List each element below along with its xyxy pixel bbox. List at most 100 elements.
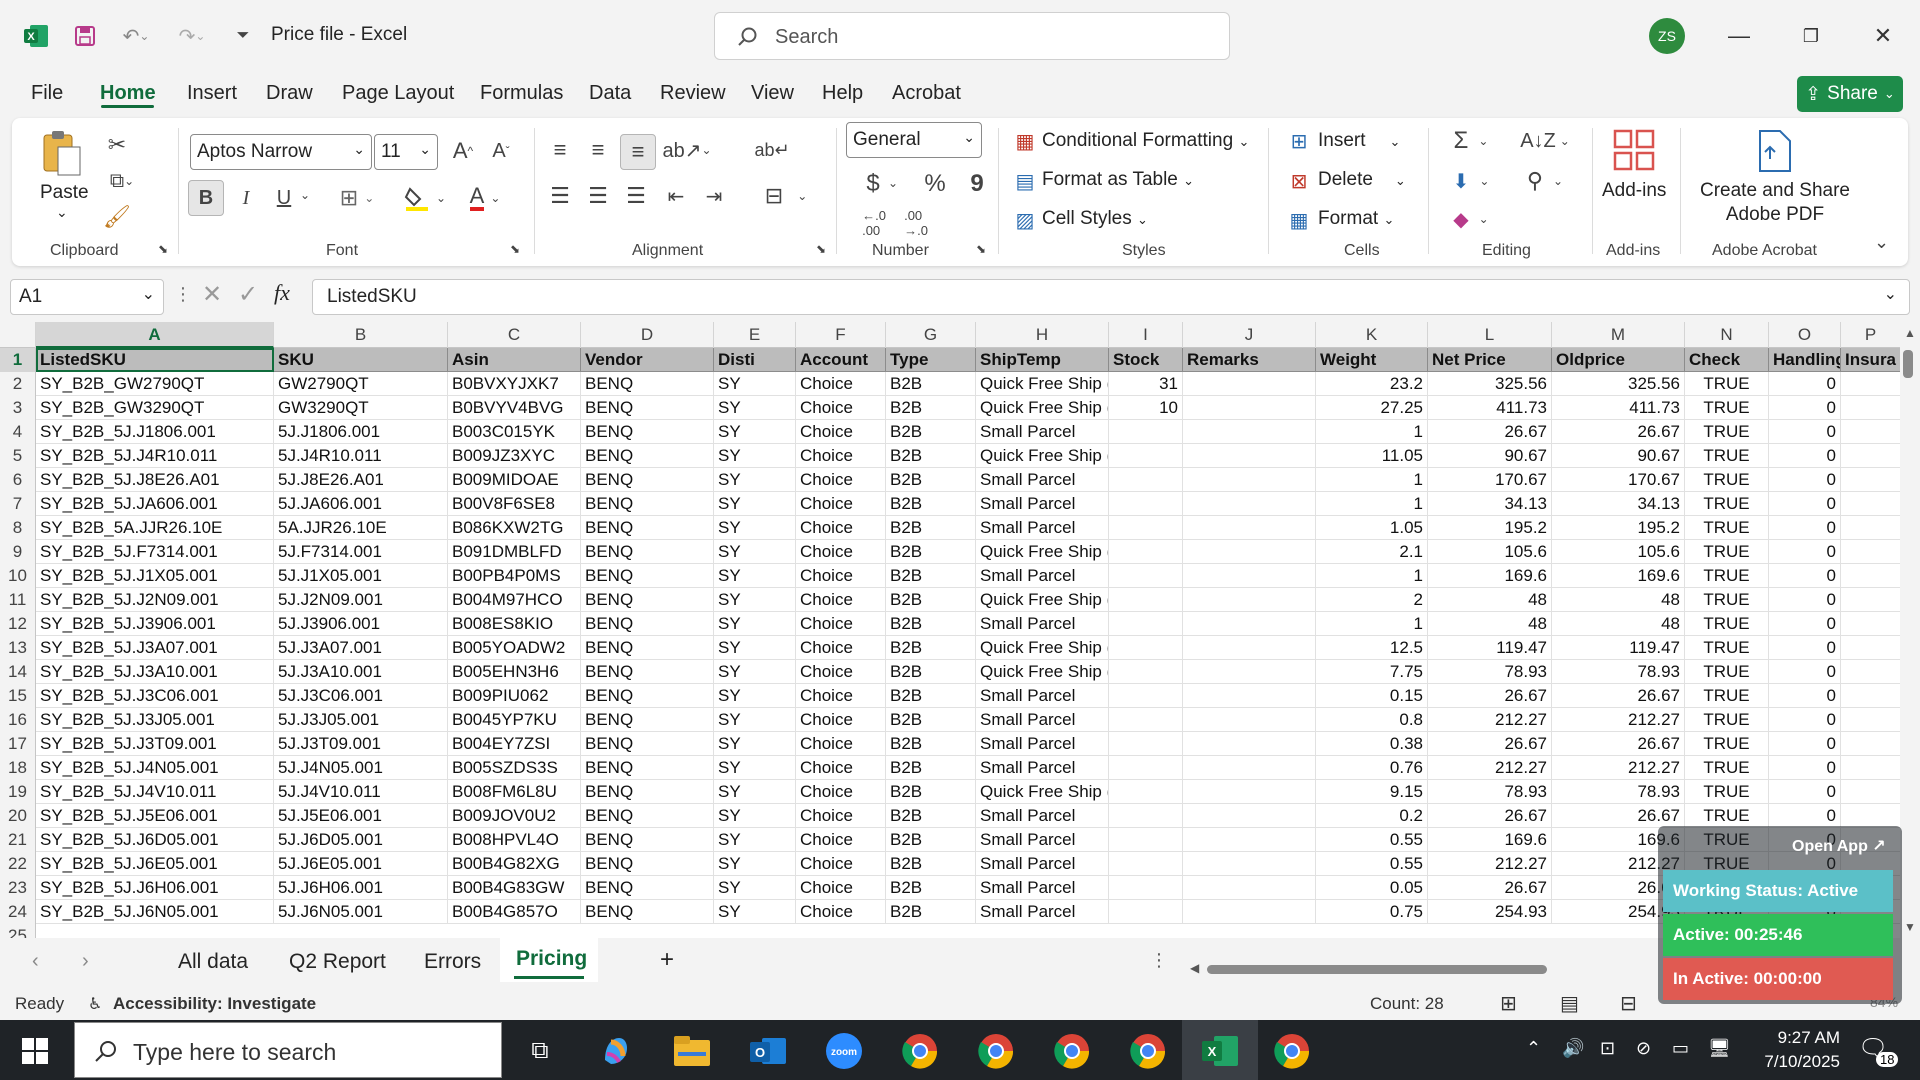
- grid-cell[interactable]: [1109, 420, 1183, 444]
- grid-cell[interactable]: BENQ: [581, 540, 714, 564]
- taskbar-search-input[interactable]: Type here to search: [74, 1022, 502, 1078]
- grid-cell[interactable]: 48: [1552, 612, 1685, 636]
- grid-cell[interactable]: 31: [1109, 372, 1183, 396]
- grid-cell[interactable]: Choice: [796, 852, 886, 876]
- grid-cell[interactable]: 34.13: [1552, 492, 1685, 516]
- grid-cell[interactable]: [1183, 804, 1316, 828]
- grid-cell[interactable]: SY_B2B_5J.J3A07.001: [36, 636, 274, 660]
- grid-cell[interactable]: B086KXW2TG: [448, 516, 581, 540]
- grid-cell[interactable]: [1183, 396, 1316, 420]
- grid-cell[interactable]: B003C015YK: [448, 420, 581, 444]
- grid-cell[interactable]: TRUE: [1685, 756, 1769, 780]
- row-header[interactable]: 14: [0, 660, 36, 684]
- grid-cell[interactable]: SY_B2B_5J.J4V10.011: [36, 780, 274, 804]
- chevron-down-icon[interactable]: ⌄: [888, 176, 898, 190]
- grid-cell[interactable]: TRUE: [1685, 780, 1769, 804]
- alignment-launcher-icon[interactable]: ⬊: [816, 242, 826, 256]
- header-cell[interactable]: Weight: [1316, 348, 1428, 372]
- grid-cell[interactable]: [1183, 540, 1316, 564]
- grid-cell[interactable]: [1841, 660, 1901, 684]
- grid-cell[interactable]: [1183, 588, 1316, 612]
- tab-formulas[interactable]: Formulas: [480, 82, 563, 105]
- grid-cell[interactable]: SY: [714, 828, 796, 852]
- grid-cell[interactable]: [1183, 732, 1316, 756]
- grid-cell[interactable]: B0045YP7KU: [448, 708, 581, 732]
- normal-view-icon[interactable]: ⊞: [1500, 991, 1517, 1016]
- page-break-view-icon[interactable]: ⊟: [1620, 991, 1637, 1016]
- grid-cell[interactable]: 5J.J5E06.001: [274, 804, 448, 828]
- grid-cell[interactable]: Quick Free Ship (: [976, 588, 1109, 612]
- chevron-down-icon[interactable]: ⌄: [300, 188, 310, 202]
- grid-cell[interactable]: 26.67: [1428, 684, 1552, 708]
- header-cell[interactable]: Vendor: [581, 348, 714, 372]
- grid-cell[interactable]: 0.05: [1316, 876, 1428, 900]
- row-header[interactable]: 10: [0, 564, 36, 588]
- show-hidden-icons-icon[interactable]: ⌃: [1526, 1038, 1541, 1059]
- grid-cell[interactable]: [1841, 780, 1901, 804]
- grid-cell[interactable]: 11.05: [1316, 444, 1428, 468]
- grid-cell[interactable]: 169.6: [1552, 564, 1685, 588]
- grid-cell[interactable]: [1841, 372, 1901, 396]
- grid-cell[interactable]: SY_B2B_5J.J6H06.001: [36, 876, 274, 900]
- sheet-tab-q2-report[interactable]: Q2 Report: [289, 950, 386, 974]
- italic-button[interactable]: I: [230, 180, 262, 216]
- column-header-g[interactable]: G: [886, 322, 976, 348]
- grid-cell[interactable]: [1183, 756, 1316, 780]
- bold-button[interactable]: B: [188, 180, 224, 216]
- grid-cell[interactable]: 1: [1316, 468, 1428, 492]
- row-header[interactable]: 6: [0, 468, 36, 492]
- grid-cell[interactable]: TRUE: [1685, 708, 1769, 732]
- align-left-icon[interactable]: ☰: [544, 180, 576, 212]
- percent-button[interactable]: %: [920, 168, 950, 200]
- underline-button[interactable]: U: [268, 180, 300, 216]
- grid-cell[interactable]: GW2790QT: [274, 372, 448, 396]
- grid-cell[interactable]: 0: [1769, 540, 1841, 564]
- grid-cell[interactable]: [1109, 588, 1183, 612]
- accessibility-icon[interactable]: ♿: [88, 994, 102, 1014]
- grid-cell[interactable]: Small Parcel: [976, 516, 1109, 540]
- grid-cell[interactable]: [1183, 564, 1316, 588]
- grid-cell[interactable]: 105.6: [1552, 540, 1685, 564]
- grid-cell[interactable]: 48: [1552, 588, 1685, 612]
- row-header[interactable]: 9: [0, 540, 36, 564]
- grid-cell[interactable]: SY: [714, 468, 796, 492]
- row-header[interactable]: 4: [0, 420, 36, 444]
- header-cell[interactable]: Insura: [1841, 348, 1901, 372]
- grid-cell[interactable]: TRUE: [1685, 444, 1769, 468]
- tab-view[interactable]: View: [751, 82, 794, 105]
- grid-cell[interactable]: BENQ: [581, 900, 714, 924]
- create-share-label[interactable]: Create and Share: [1698, 180, 1852, 202]
- grid-cell[interactable]: B2B: [886, 396, 976, 420]
- grid-cell[interactable]: [1841, 708, 1901, 732]
- grid-cell[interactable]: BENQ: [581, 564, 714, 588]
- scroll-down-icon[interactable]: ▼: [1904, 920, 1916, 934]
- grid-cell[interactable]: 0.8: [1316, 708, 1428, 732]
- save-icon[interactable]: [68, 18, 102, 54]
- autosum-icon[interactable]: Σ ⌄: [1446, 126, 1496, 156]
- grid-cell[interactable]: [1109, 780, 1183, 804]
- grid-cell[interactable]: B009PIU062: [448, 684, 581, 708]
- tab-help[interactable]: Help: [822, 82, 863, 105]
- grid-cell[interactable]: BENQ: [581, 852, 714, 876]
- grid-cell[interactable]: [1183, 660, 1316, 684]
- grid-cell[interactable]: Small Parcel: [976, 468, 1109, 492]
- minimize-icon[interactable]: —: [1716, 14, 1762, 58]
- grid-cell[interactable]: TRUE: [1685, 492, 1769, 516]
- scroll-left-icon[interactable]: ◀: [1190, 961, 1199, 975]
- grid-cell[interactable]: B2B: [886, 516, 976, 540]
- grid-cell[interactable]: B2B: [886, 564, 976, 588]
- align-bottom-icon[interactable]: ≡: [620, 134, 656, 170]
- grid-cell[interactable]: SY: [714, 636, 796, 660]
- grid-cell[interactable]: SY_B2B_5J.J3A10.001: [36, 660, 274, 684]
- grid-cell[interactable]: [1183, 468, 1316, 492]
- grid-cell[interactable]: [1109, 852, 1183, 876]
- grid-cell[interactable]: Small Parcel: [976, 612, 1109, 636]
- grid-cell[interactable]: 169.6: [1428, 564, 1552, 588]
- grid-cell[interactable]: 78.93: [1552, 660, 1685, 684]
- row-header[interactable]: 19: [0, 780, 36, 804]
- grid-cell[interactable]: 26.67: [1552, 732, 1685, 756]
- grid-cell[interactable]: Small Parcel: [976, 684, 1109, 708]
- grid-cell[interactable]: 411.73: [1428, 396, 1552, 420]
- grid-cell[interactable]: BENQ: [581, 420, 714, 444]
- grid-cell[interactable]: [1183, 708, 1316, 732]
